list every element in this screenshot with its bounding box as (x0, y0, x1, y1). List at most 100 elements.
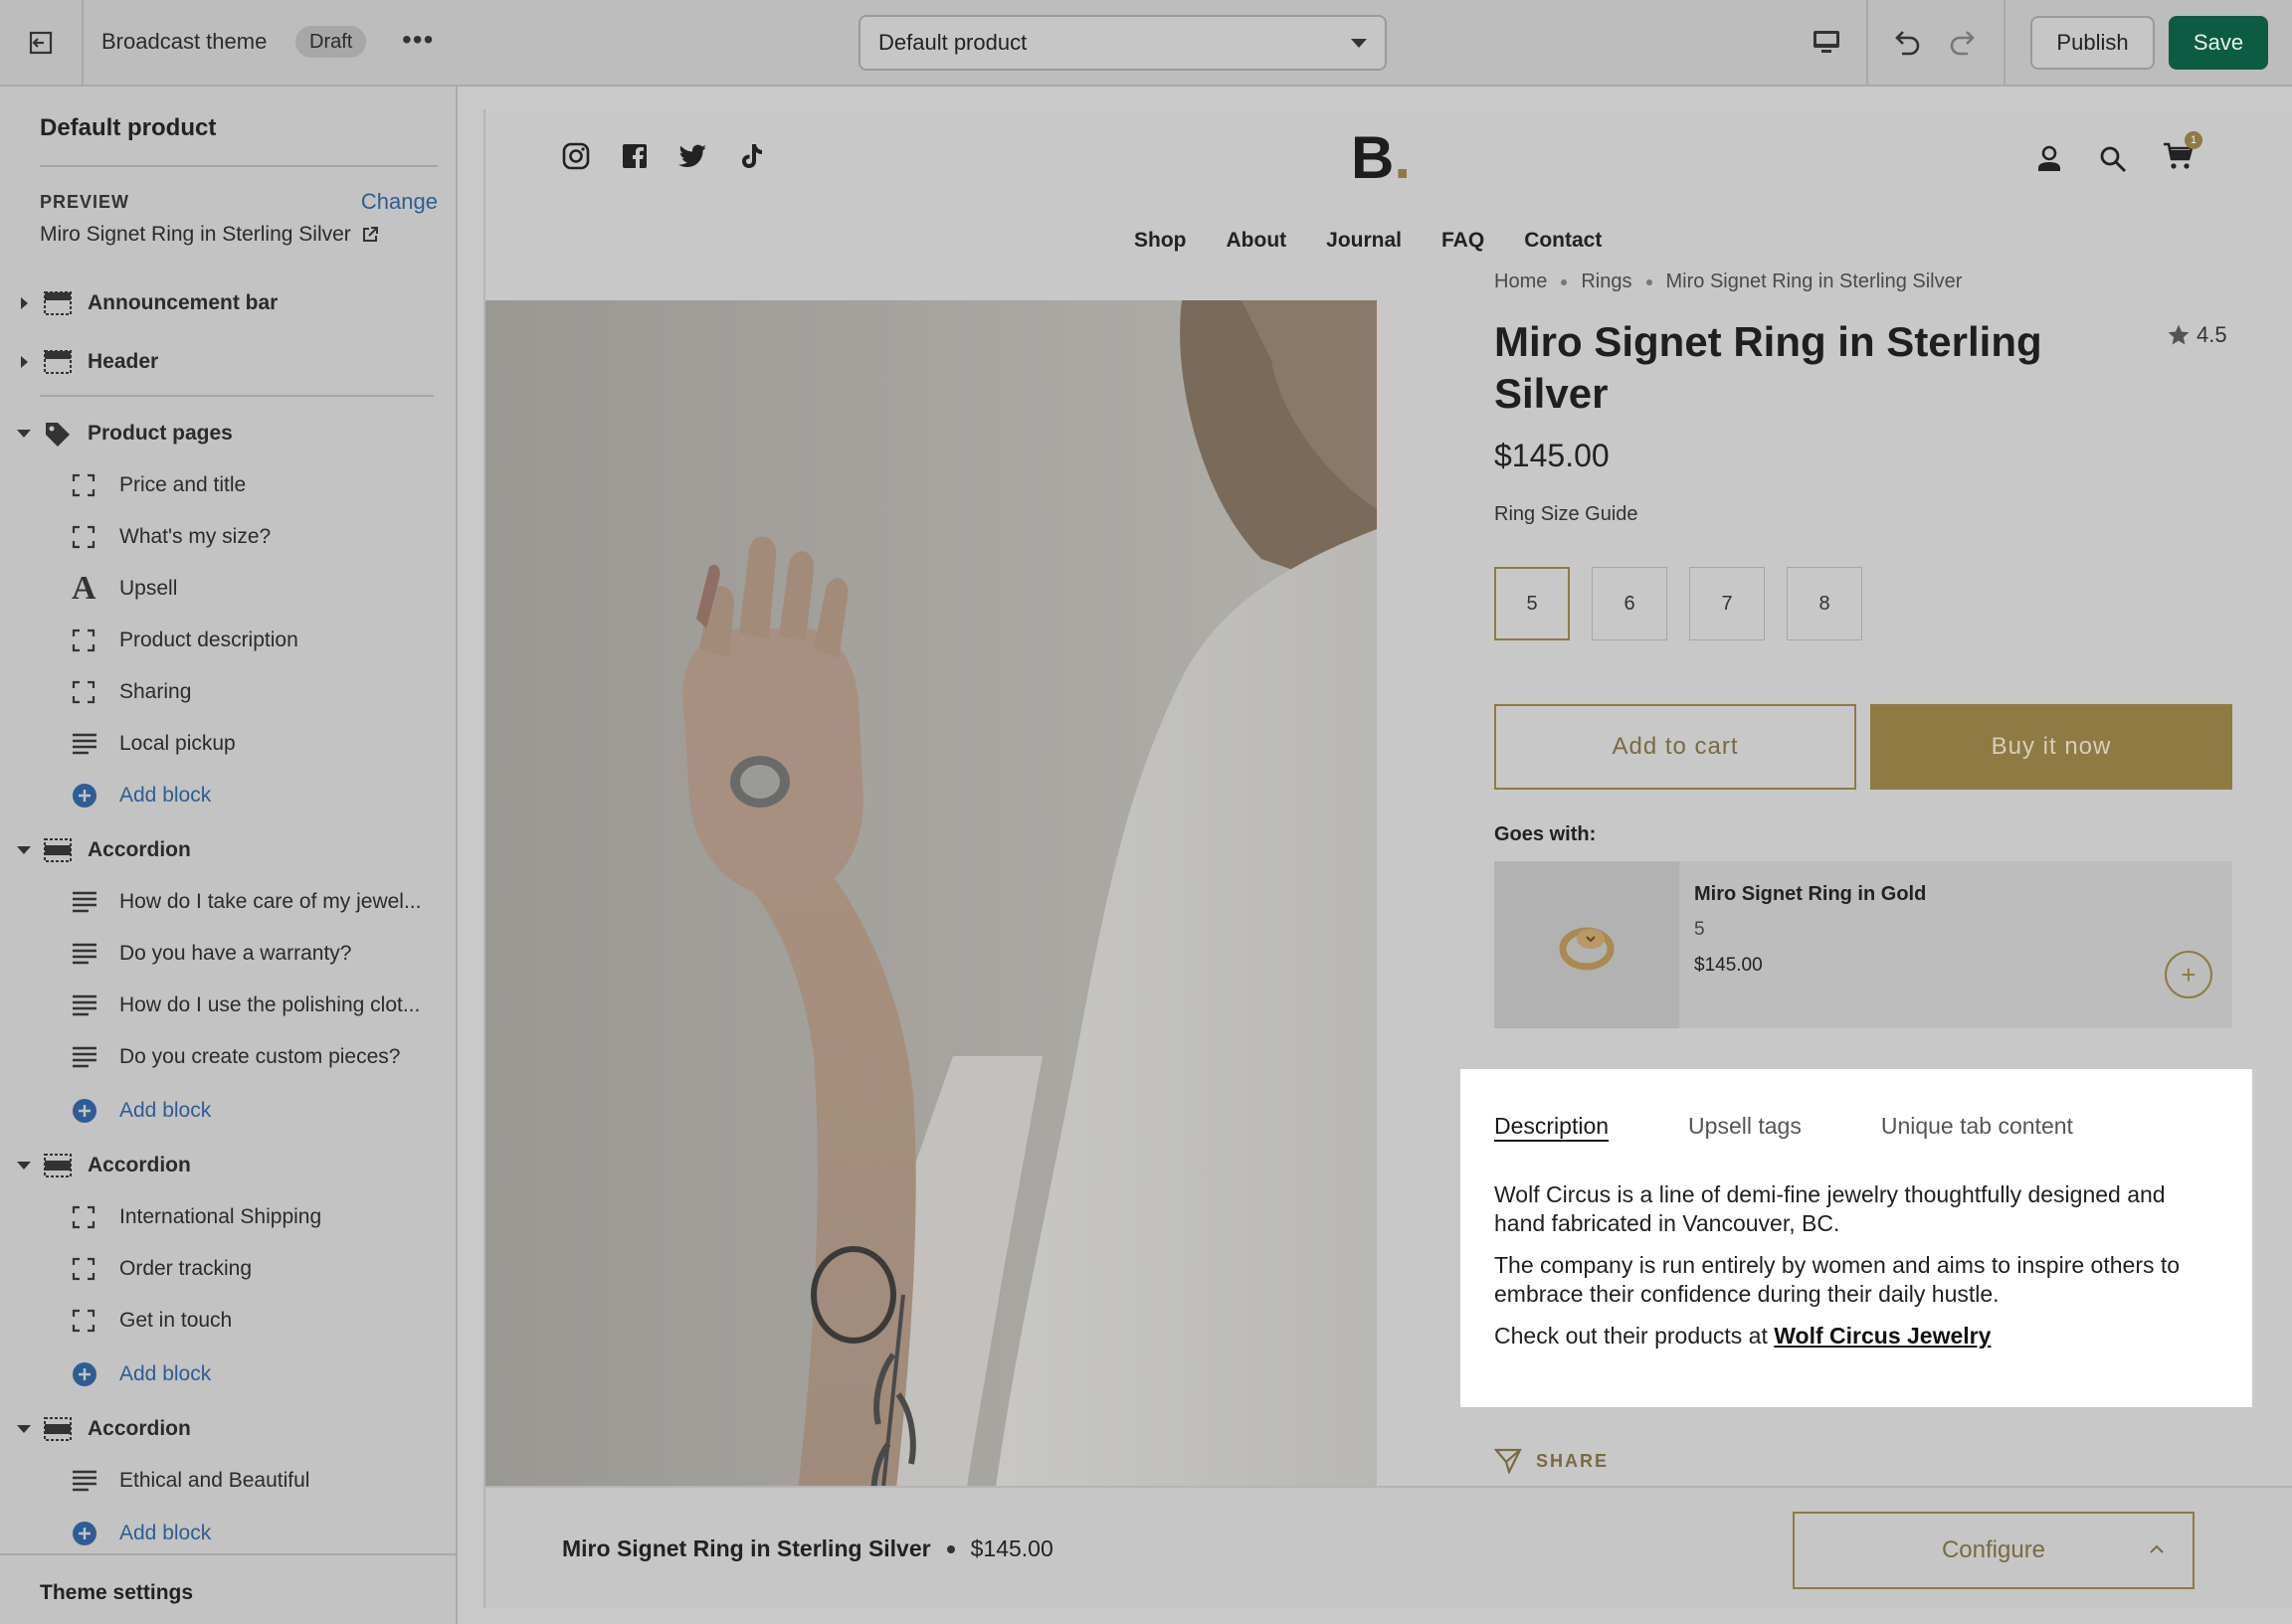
share-icon (1494, 1448, 1522, 1474)
buy-it-now-button[interactable]: Buy it now (1870, 704, 2232, 790)
block-label: How do I take care of my jewel... (119, 890, 422, 913)
section-accordion[interactable]: Accordion (0, 824, 456, 876)
size-option-6[interactable]: 6 (1592, 567, 1667, 640)
size-option-8[interactable]: 8 (1787, 567, 1862, 640)
section-announcement-bar[interactable]: Announcement bar (0, 277, 456, 329)
size-option-7[interactable]: 7 (1689, 567, 1765, 640)
product-description: Wolf Circus is a line of demi-fine jewel… (1494, 1180, 2220, 1363)
section-header[interactable]: Header (0, 336, 456, 388)
exit-icon (29, 31, 53, 54)
template-select-value: Default product (878, 30, 1028, 55)
block-international-shipping[interactable]: International Shipping (0, 1191, 456, 1243)
add-block-button[interactable]: Add block (0, 1349, 456, 1400)
account-icon[interactable] (2035, 144, 2063, 174)
upsell-add-button[interactable]: + (2165, 951, 2212, 998)
facebook-icon[interactable] (621, 142, 649, 170)
collapse-icon (17, 846, 31, 854)
logo-dot: . (1394, 124, 1412, 191)
nav-about[interactable]: About (1227, 229, 1287, 253)
text-lines-icon (73, 1470, 96, 1492)
product-tabs-panel: Description Upsell tags Unique tab conte… (1460, 1069, 2252, 1407)
section-accordion[interactable]: Accordion (0, 1140, 456, 1191)
tab-upsell-tags[interactable]: Upsell tags (1688, 1113, 1802, 1140)
block-label: Local pickup (119, 732, 236, 755)
add-block-button[interactable]: Add block (0, 1085, 456, 1137)
separator-dot (946, 1544, 955, 1553)
store-logo[interactable]: B. (1351, 123, 1411, 192)
exit-button[interactable] (0, 0, 84, 85)
plus-icon: + (2181, 959, 2196, 990)
tiktok-icon[interactable] (738, 142, 764, 170)
wolf-circus-link[interactable]: Wolf Circus Jewelry (1774, 1323, 1991, 1349)
block-frame-icon (72, 680, 96, 704)
add-to-cart-button[interactable]: Add to cart (1494, 704, 1856, 790)
logo-letter: B (1351, 124, 1395, 191)
theme-settings-button[interactable]: Theme settings (0, 1553, 456, 1624)
block-frame-icon (72, 1205, 96, 1229)
breadcrumb-separator (1645, 278, 1652, 285)
section-layout-icon (44, 1417, 72, 1441)
chevron-up-icon (2150, 1544, 2164, 1553)
block-product-description[interactable]: Product description (0, 615, 456, 666)
add-block-label: Add block (119, 784, 212, 807)
more-actions-button[interactable]: ••• (402, 24, 434, 56)
size-option-5[interactable]: 5 (1494, 567, 1570, 640)
instagram-icon[interactable] (561, 141, 591, 171)
block-upsell[interactable]: A Upsell (0, 563, 456, 615)
preview-product[interactable]: Miro Signet Ring in Sterling Silver (40, 223, 379, 247)
change-preview-link[interactable]: Change (361, 189, 438, 215)
store-preview: B. 1 Shop About Journal FAQ Contact Home… (483, 109, 2292, 1608)
block-price-and-title[interactable]: Price and title (0, 459, 456, 511)
nav-journal[interactable]: Journal (1326, 229, 1402, 253)
block-get-in-touch[interactable]: Get in touch (0, 1295, 456, 1347)
desktop-icon (1814, 31, 1839, 53)
section-label: Accordion (88, 1154, 191, 1176)
block-faq-custom[interactable]: Do you create custom pieces? (0, 1031, 456, 1083)
block-label: What's my size? (119, 525, 272, 548)
search-icon[interactable] (2099, 145, 2127, 173)
add-block-label: Add block (119, 1362, 212, 1385)
desktop-view-button[interactable] (1811, 26, 1842, 63)
block-label: Order tracking (119, 1257, 253, 1280)
add-block-button[interactable]: Add block (0, 770, 456, 821)
share-button[interactable]: SHARE (1494, 1448, 1609, 1474)
section-accordion[interactable]: Accordion (0, 1403, 456, 1455)
block-sharing[interactable]: Sharing (0, 666, 456, 718)
block-faq-polishing[interactable]: How do I use the polishing clot... (0, 980, 456, 1031)
expand-icon (20, 297, 28, 309)
nav-faq[interactable]: FAQ (1441, 229, 1484, 253)
twitter-icon[interactable] (678, 143, 708, 169)
upsell-product-card[interactable]: Miro Signet Ring in Gold 5 $145.00 + (1494, 861, 2232, 1028)
nav-contact[interactable]: Contact (1524, 229, 1602, 253)
breadcrumb-home[interactable]: Home (1494, 271, 1547, 293)
cart-button[interactable]: 1 (2163, 131, 2202, 176)
block-order-tracking[interactable]: Order tracking (0, 1243, 456, 1295)
add-block-button[interactable]: Add block (0, 1508, 456, 1559)
undo-button[interactable] (1888, 24, 1924, 65)
template-select[interactable]: Default product (859, 15, 1387, 71)
block-label: Do you create custom pieces? (119, 1045, 401, 1068)
upsell-name[interactable]: Miro Signet Ring in Gold (1694, 883, 1926, 906)
publish-button[interactable]: Publish (2030, 16, 2155, 70)
tab-description[interactable]: Description (1494, 1113, 1609, 1140)
section-label: Header (88, 350, 159, 373)
block-whats-my-size[interactable]: What's my size? (0, 511, 456, 563)
plus-circle-icon (73, 784, 96, 808)
block-ethical-and-beautiful[interactable]: Ethical and Beautiful (0, 1455, 456, 1507)
block-faq-warranty[interactable]: Do you have a warranty? (0, 928, 456, 980)
text-lines-icon (73, 733, 96, 755)
collapse-icon (17, 1425, 31, 1433)
product-title: Miro Signet Ring in Sterling Silver (1494, 318, 2042, 417)
redo-button[interactable] (1946, 24, 1982, 65)
nav-shop[interactable]: Shop (1134, 229, 1187, 253)
block-faq-care[interactable]: How do I take care of my jewel... (0, 876, 456, 928)
section-product-pages[interactable]: Product pages (0, 408, 456, 459)
configure-button[interactable]: Configure (1793, 1512, 2195, 1589)
section-layout-icon (44, 1154, 72, 1177)
size-guide-link[interactable]: Ring Size Guide (1494, 503, 1638, 526)
breadcrumb-rings[interactable]: Rings (1581, 271, 1631, 293)
save-button[interactable]: Save (2169, 16, 2268, 70)
product-image[interactable] (485, 300, 1377, 1595)
block-local-pickup[interactable]: Local pickup (0, 718, 456, 770)
tab-unique-content[interactable]: Unique tab content (1881, 1113, 2073, 1140)
